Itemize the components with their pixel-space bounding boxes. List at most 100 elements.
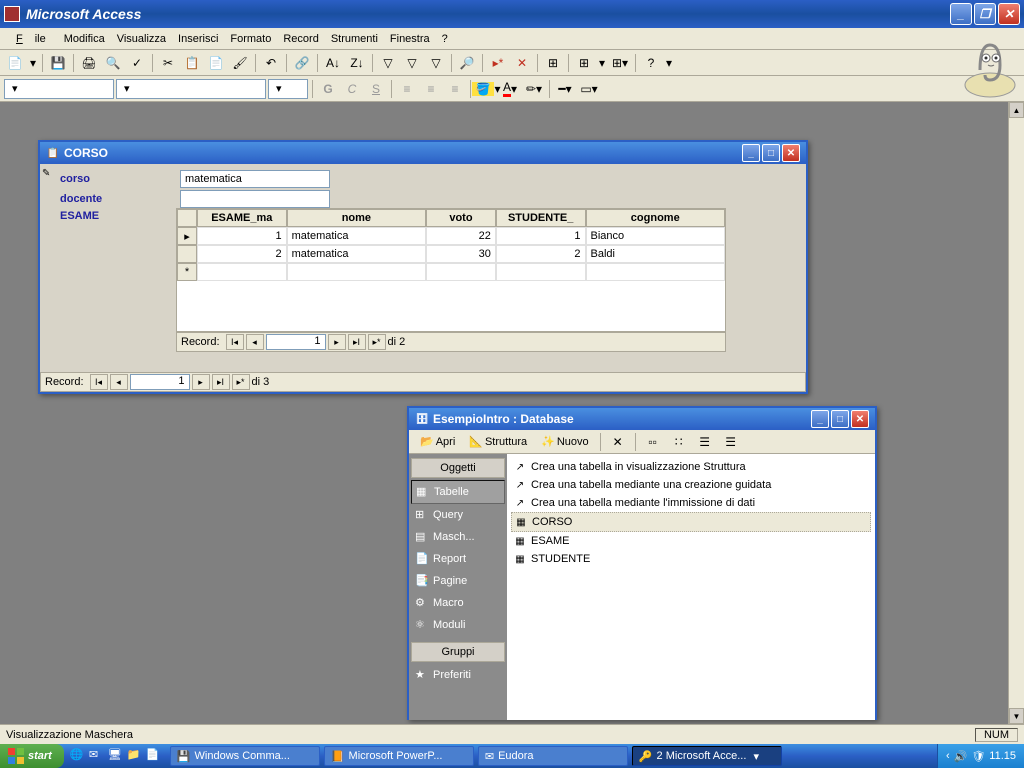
object-selector[interactable]: ▾ <box>4 79 114 99</box>
font-color-button[interactable]: A▾ <box>499 78 521 100</box>
cell[interactable]: Bianco <box>586 227 725 245</box>
save-button[interactable]: 💾 <box>47 52 69 74</box>
list-item[interactable]: ↗Crea una tabella mediante l'immissione … <box>511 494 871 512</box>
menu-help[interactable]: ? <box>436 31 454 47</box>
table-row[interactable]: 2 matematica 30 2 Baldi <box>177 245 725 263</box>
cell[interactable]: matematica <box>287 227 426 245</box>
col-nome-header[interactable]: nome <box>287 209 426 227</box>
clock[interactable]: 11.15 <box>989 750 1016 762</box>
nav-oggetti-header[interactable]: Oggetti <box>411 458 505 478</box>
view-details-icon[interactable]: ☰ <box>720 431 742 453</box>
row-selector-icon[interactable]: ▸ <box>177 227 197 245</box>
print-button[interactable]: 🖨 <box>78 52 100 74</box>
filter-form-button[interactable]: ▽ <box>401 52 423 74</box>
new-row-icon[interactable]: * <box>177 263 197 281</box>
font-selector[interactable]: ▾ <box>116 79 266 99</box>
format-painter-button[interactable]: 🖌 <box>229 52 251 74</box>
menu-strumenti[interactable]: Strumenti <box>325 31 384 47</box>
cell[interactable]: Baldi <box>586 245 725 263</box>
view-dropdown-icon[interactable]: ▾ <box>28 52 38 74</box>
window-minimize-button[interactable]: _ <box>950 3 972 25</box>
view-small-icon[interactable]: ∷ <box>668 431 690 453</box>
spellcheck-button[interactable]: ✓ <box>126 52 148 74</box>
view-button[interactable]: 📄 <box>4 52 26 74</box>
scroll-down-icon[interactable]: ▼ <box>1009 708 1024 724</box>
task-access[interactable]: 🔑2 Microsoft Acce... ▾ <box>632 746 782 766</box>
menu-formato[interactable]: Formato <box>224 31 277 47</box>
cell[interactable]: 1 <box>496 227 586 245</box>
ql-icon[interactable]: ✉ <box>89 748 105 764</box>
print-preview-button[interactable]: 🔍 <box>102 52 124 74</box>
hyperlink-button[interactable]: 🔗 <box>291 52 313 74</box>
window-close-button[interactable]: ✕ <box>998 3 1020 25</box>
copy-button[interactable]: 📋 <box>181 52 203 74</box>
nav-next-button[interactable]: ▸ <box>328 334 346 350</box>
undo-button[interactable]: ↶ <box>260 52 282 74</box>
scroll-up-icon[interactable]: ▲ <box>1009 102 1024 118</box>
new-object-button[interactable]: ⊞ <box>573 52 595 74</box>
tray-icon[interactable]: 🔊 <box>954 750 968 763</box>
special-effect-button[interactable]: ▭▾ <box>578 78 600 100</box>
database-window-button[interactable]: ⊞ <box>542 52 564 74</box>
menu-modifica[interactable]: Modifica <box>58 31 111 47</box>
row-selector[interactable] <box>177 245 197 263</box>
nav-preferiti[interactable]: ★Preferiti <box>411 664 505 686</box>
nav-macro[interactable]: ⚙Macro <box>411 592 505 614</box>
db-design-button[interactable]: 📐Struttura <box>464 432 532 451</box>
ql-icon[interactable]: 📄 <box>146 748 162 764</box>
nav-maschere[interactable]: ▤Masch... <box>411 526 505 548</box>
menu-file[interactable]: File <box>4 31 58 47</box>
nav-prev-button[interactable]: ◂ <box>246 334 264 350</box>
filter-selection-button[interactable]: ▽ <box>377 52 399 74</box>
cell[interactable] <box>496 263 586 281</box>
nav-report[interactable]: 📄Report <box>411 548 505 570</box>
cell[interactable] <box>426 263 496 281</box>
table-row[interactable]: ▸ 1 matematica 22 1 Bianco <box>177 227 725 245</box>
cut-button[interactable]: ✂ <box>157 52 179 74</box>
cell[interactable] <box>586 263 725 281</box>
list-item[interactable]: ↗Crea una tabella mediante una creazione… <box>511 476 871 494</box>
db-close-button[interactable]: ✕ <box>851 410 869 428</box>
underline-button[interactable]: S <box>365 78 387 100</box>
task-powerpoint[interactable]: 📙Microsoft PowerP... <box>324 746 474 766</box>
col-voto-header[interactable]: voto <box>426 209 496 227</box>
nav-last-button[interactable]: ▸I <box>348 334 366 350</box>
ql-icon[interactable]: 📁 <box>127 748 143 764</box>
cell[interactable]: 30 <box>426 245 496 263</box>
apply-filter-button[interactable]: ▽ <box>425 52 447 74</box>
nav-tabelle[interactable]: ▦Tabelle <box>411 480 505 504</box>
col-cognome-header[interactable]: cognome <box>586 209 725 227</box>
cell[interactable] <box>197 263 287 281</box>
cell[interactable]: 22 <box>426 227 496 245</box>
view-list-icon[interactable]: ☰ <box>694 431 716 453</box>
nav-next-button[interactable]: ▸ <box>192 374 210 390</box>
ql-icon[interactable]: 🌐 <box>70 748 86 764</box>
align-right-button[interactable]: ≡ <box>444 78 466 100</box>
nav-last-button[interactable]: ▸I <box>212 374 230 390</box>
line-width-button[interactable]: ━▾ <box>554 78 576 100</box>
record-number-input[interactable]: 1 <box>130 374 190 390</box>
help-button[interactable]: ? <box>640 52 662 74</box>
paste-button[interactable]: 📄 <box>205 52 227 74</box>
nav-prev-button[interactable]: ◂ <box>110 374 128 390</box>
fill-color-button[interactable]: 🪣▾ <box>475 78 497 100</box>
nav-moduli[interactable]: ⚛Moduli <box>411 614 505 636</box>
list-item-studente[interactable]: ▦STUDENTE <box>511 550 871 568</box>
ql-icon[interactable]: 🖥 <box>108 748 124 764</box>
nav-query[interactable]: ⊞Query <box>411 504 505 526</box>
corso-minimize-button[interactable]: _ <box>742 144 760 162</box>
sort-desc-button[interactable]: Z↓ <box>346 52 368 74</box>
start-button[interactable]: start <box>0 744 64 768</box>
new-record-button[interactable]: ▸* <box>487 52 509 74</box>
cell[interactable]: 2 <box>197 245 287 263</box>
nav-first-button[interactable]: I◂ <box>90 374 108 390</box>
align-left-button[interactable]: ≡ <box>396 78 418 100</box>
cell[interactable]: 1 <box>197 227 287 245</box>
new-object-dropdown-icon[interactable]: ▾ <box>597 52 607 74</box>
list-item[interactable]: ↗Crea una tabella in visualizzazione Str… <box>511 458 871 476</box>
nav-first-button[interactable]: I◂ <box>226 334 244 350</box>
window-restore-button[interactable]: ❐ <box>974 3 996 25</box>
tray-icon[interactable]: 🛡 <box>971 750 985 763</box>
view-large-icon[interactable]: ▫▫ <box>642 431 664 453</box>
nav-new-button[interactable]: ▸* <box>368 334 386 350</box>
